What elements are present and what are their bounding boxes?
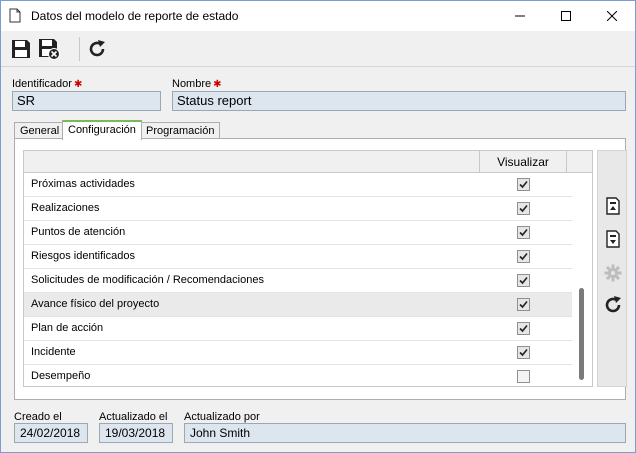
visualizar-checkbox[interactable] (517, 274, 530, 287)
actualizado-label: Actualizado el (99, 411, 168, 423)
table-row[interactable]: Avance físico del proyecto (24, 293, 572, 317)
refresh-icon (89, 40, 105, 57)
visualizar-checkbox[interactable] (517, 178, 530, 191)
grid-scrollbar[interactable] (572, 173, 592, 386)
dialog-window: Datos del modelo de reporte de estado Id… (0, 0, 636, 453)
visualizar-checkbox[interactable] (517, 298, 530, 311)
grid-header: Visualizar (24, 151, 592, 173)
window-title: Datos del modelo de reporte de estado (31, 9, 239, 23)
toolbar-separator (79, 37, 80, 61)
refresh-list-button[interactable] (601, 293, 625, 317)
actualizado-field[interactable]: 19/03/2018 (99, 423, 173, 443)
nombre-field[interactable]: Status report (172, 91, 626, 111)
save-button[interactable] (9, 37, 33, 61)
visualizar-checkbox[interactable] (517, 346, 530, 359)
checkmark-icon (519, 324, 528, 333)
checkmark-icon (519, 180, 528, 189)
row-label: Riesgos identificados (31, 250, 135, 262)
close-button[interactable] (589, 1, 635, 31)
save-icon (12, 40, 30, 58)
checkmark-icon (519, 276, 528, 285)
checkmark-icon (519, 204, 528, 213)
row-label: Desempeño (31, 370, 91, 382)
maximize-icon (561, 11, 571, 21)
move-down-button[interactable] (601, 227, 625, 251)
column-header-visualizar[interactable]: Visualizar (479, 151, 567, 173)
tab-panel-configuracion: Visualizar Próximas actividades Realizaci… (14, 138, 627, 400)
scrollbar-thumb[interactable] (579, 288, 584, 380)
refresh-button[interactable] (85, 37, 109, 61)
identificador-label: Identificador ✱ (12, 78, 83, 90)
row-label: Próximas actividades (31, 178, 135, 190)
title-bar: Datos del modelo de reporte de estado (1, 1, 635, 31)
tab-programacion[interactable]: Programación (140, 122, 221, 139)
checkmark-icon (519, 228, 528, 237)
maximize-button[interactable] (543, 1, 589, 31)
creado-label: Creado el (14, 411, 62, 423)
grid-side-toolbar (597, 150, 627, 387)
visualizar-checkbox[interactable] (517, 370, 530, 383)
visualizar-checkbox[interactable] (517, 226, 530, 239)
table-row[interactable]: Plan de acción (24, 317, 572, 341)
checkmark-icon (519, 252, 528, 261)
row-label: Solicitudes de modificación / Recomendac… (31, 274, 264, 286)
table-row[interactable]: Puntos de atención (24, 221, 572, 245)
table-row[interactable]: Incidente (24, 341, 572, 365)
required-icon: ✱ (213, 79, 222, 90)
visualization-grid: Visualizar Próximas actividades Realizaci… (23, 150, 593, 387)
row-label: Puntos de atención (31, 226, 126, 238)
nombre-label: Nombre ✱ (172, 78, 222, 90)
row-label: Plan de acción (31, 322, 104, 334)
minimize-icon (515, 15, 525, 17)
save-and-close-icon (39, 39, 60, 60)
required-icon: ✱ (73, 79, 83, 90)
move-up-icon (606, 197, 620, 215)
table-row[interactable]: Solicitudes de modificación / Recomendac… (24, 269, 572, 293)
table-row[interactable]: Riesgos identificados (24, 245, 572, 269)
actualizado-por-field[interactable]: John Smith (184, 423, 626, 443)
row-label: Avance físico del proyecto (31, 298, 160, 310)
visualizar-checkbox[interactable] (517, 322, 530, 335)
move-down-icon (606, 230, 620, 248)
settings-icon (604, 264, 622, 282)
actualizado-por-label: Actualizado por (184, 411, 260, 423)
checkmark-icon (519, 300, 528, 309)
tab-general[interactable]: General (14, 122, 66, 139)
visualizar-checkbox[interactable] (517, 202, 530, 215)
close-icon (607, 11, 617, 21)
save-and-close-button[interactable] (37, 37, 61, 61)
move-up-button[interactable] (601, 194, 625, 218)
identificador-field[interactable]: SR (12, 91, 161, 111)
table-row[interactable]: Próximas actividades (24, 173, 572, 197)
creado-field[interactable]: 24/02/2018 (14, 423, 88, 443)
document-icon (9, 8, 21, 23)
visualizar-checkbox[interactable] (517, 250, 530, 263)
refresh-icon (605, 296, 621, 313)
table-row[interactable]: Desempeño (24, 365, 572, 386)
settings-button[interactable] (601, 261, 625, 285)
minimize-button[interactable] (497, 1, 543, 31)
row-label: Incidente (31, 346, 76, 358)
toolbar (1, 31, 635, 67)
table-row[interactable]: Realizaciones (24, 197, 572, 221)
tab-configuracion[interactable]: Configuración (62, 120, 142, 140)
checkmark-icon (519, 348, 528, 357)
row-label: Realizaciones (31, 202, 100, 214)
